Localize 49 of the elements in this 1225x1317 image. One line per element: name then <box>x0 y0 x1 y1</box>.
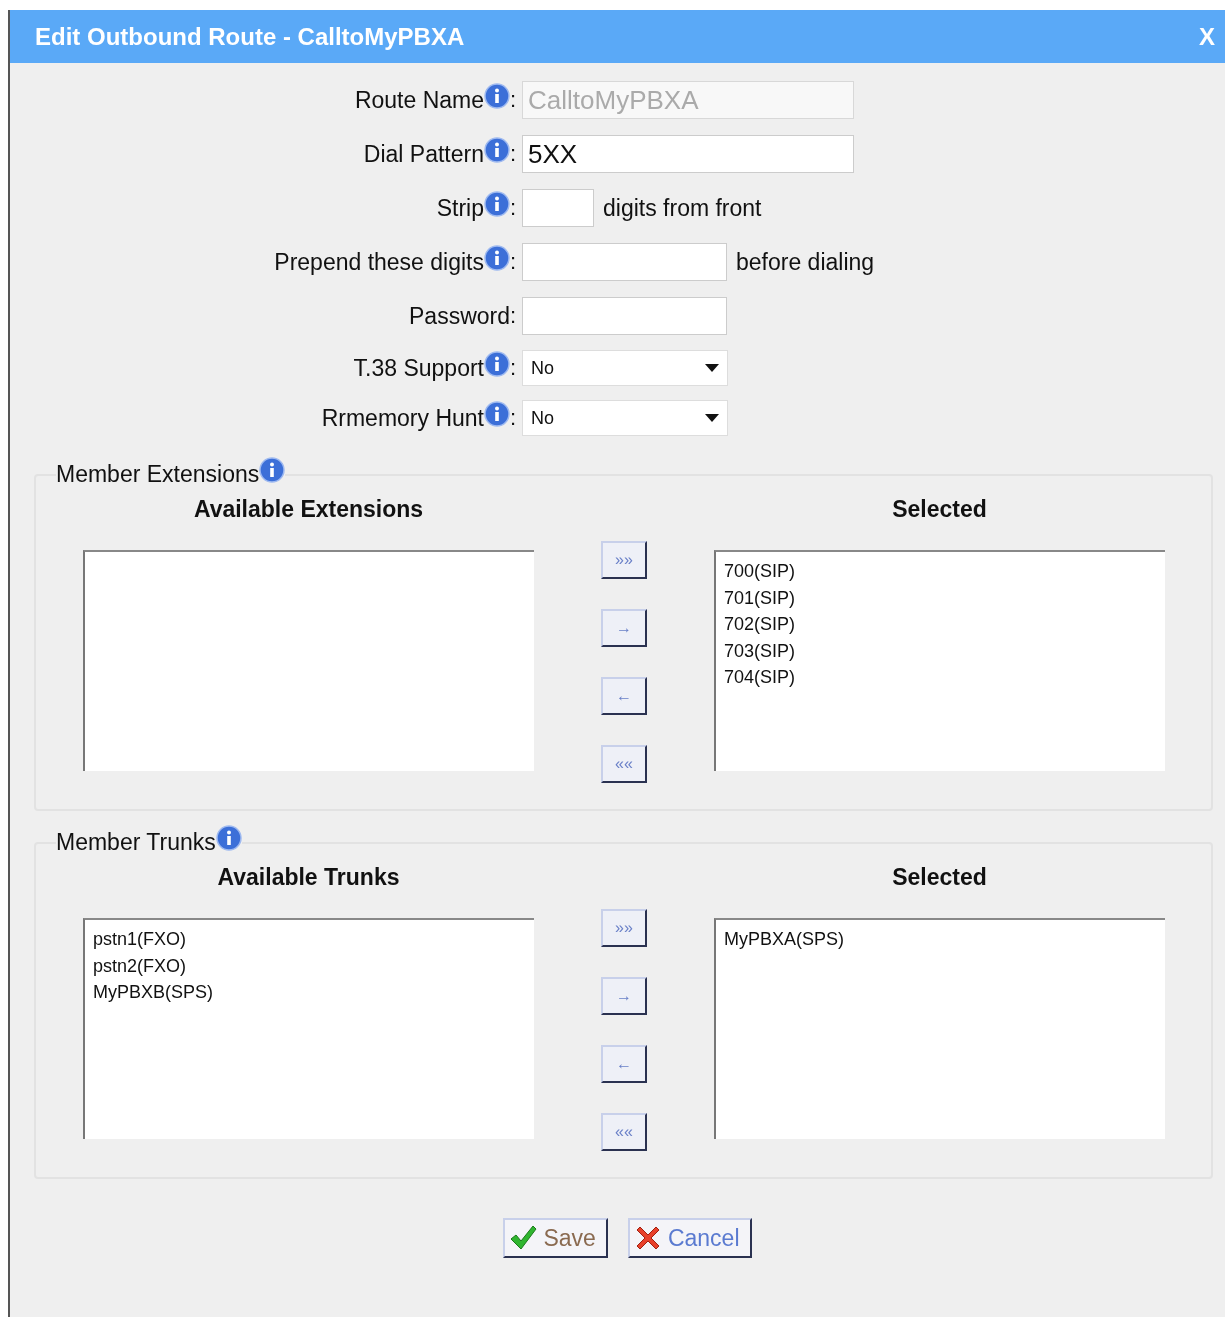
colon: : <box>510 355 518 381</box>
section-legend: Member Extensions <box>56 461 260 488</box>
list-item[interactable]: 700(SIP) <box>724 558 1157 585</box>
colon: : <box>510 195 518 221</box>
section-legend: Member Trunks <box>56 829 216 856</box>
caret-icon <box>705 414 719 422</box>
field-label: Rrmemory Hunt <box>321 404 484 432</box>
field-label: Dial Pattern <box>363 140 484 168</box>
field-label: Prepend these digits <box>274 248 484 276</box>
colon: : <box>510 141 518 167</box>
info-icon <box>215 825 242 851</box>
field-label: T.38 Support <box>353 354 484 382</box>
list-item[interactable]: 703(SIP) <box>724 637 1157 664</box>
field-suffix: digits from front <box>603 194 762 222</box>
list-item[interactable]: MyPBXA(SPS) <box>724 926 1157 953</box>
list-item[interactable]: pstn1(FXO) <box>93 926 526 953</box>
list-title: Selected <box>891 495 988 524</box>
check-icon <box>509 1224 538 1252</box>
text-field[interactable] <box>522 189 594 227</box>
list-item[interactable]: pstn2(FXO) <box>93 952 526 979</box>
save-button[interactable]: Save <box>503 1218 608 1258</box>
colon: : <box>510 87 518 113</box>
field-suffix: before dialing <box>736 248 875 276</box>
list-item[interactable]: 702(SIP) <box>724 611 1157 638</box>
list-item[interactable]: MyPBXB(SPS) <box>93 979 526 1006</box>
info-icon <box>259 457 286 483</box>
list-title: Available Trunks <box>216 863 401 892</box>
text-field[interactable] <box>522 297 727 335</box>
dialog-title: Edit Outbound Route - CalltoMyPBXA <box>35 22 465 51</box>
field-label: Password <box>409 302 510 330</box>
colon: : <box>510 249 518 275</box>
list-title: Available Extensions <box>192 495 425 524</box>
list-box[interactable] <box>83 550 534 771</box>
colon: : <box>510 303 518 329</box>
list-item[interactable]: 701(SIP) <box>724 584 1157 611</box>
caret-icon <box>705 364 719 372</box>
cancel-button[interactable]: Cancel <box>627 1218 752 1258</box>
field-label: Strip <box>436 194 484 222</box>
list-box[interactable]: 700(SIP) 701(SIP) 702(SIP) 703(SIP) 704(SIP) <box>714 550 1165 771</box>
list-title: Selected <box>891 863 988 892</box>
list-box[interactable]: MyPBXA(SPS) <box>714 918 1165 1139</box>
list-item[interactable]: 704(SIP) <box>724 664 1157 691</box>
list-box[interactable]: pstn1(FXO) pstn2(FXO) MyPBXB(SPS) <box>83 918 534 1139</box>
dropdown[interactable]: No <box>522 350 728 386</box>
colon: : <box>510 405 518 431</box>
text-field[interactable] <box>522 243 727 281</box>
text-field[interactable]: 5XX <box>522 135 854 173</box>
field-label: Route Name <box>354 86 484 114</box>
dropdown[interactable]: No <box>522 400 728 436</box>
